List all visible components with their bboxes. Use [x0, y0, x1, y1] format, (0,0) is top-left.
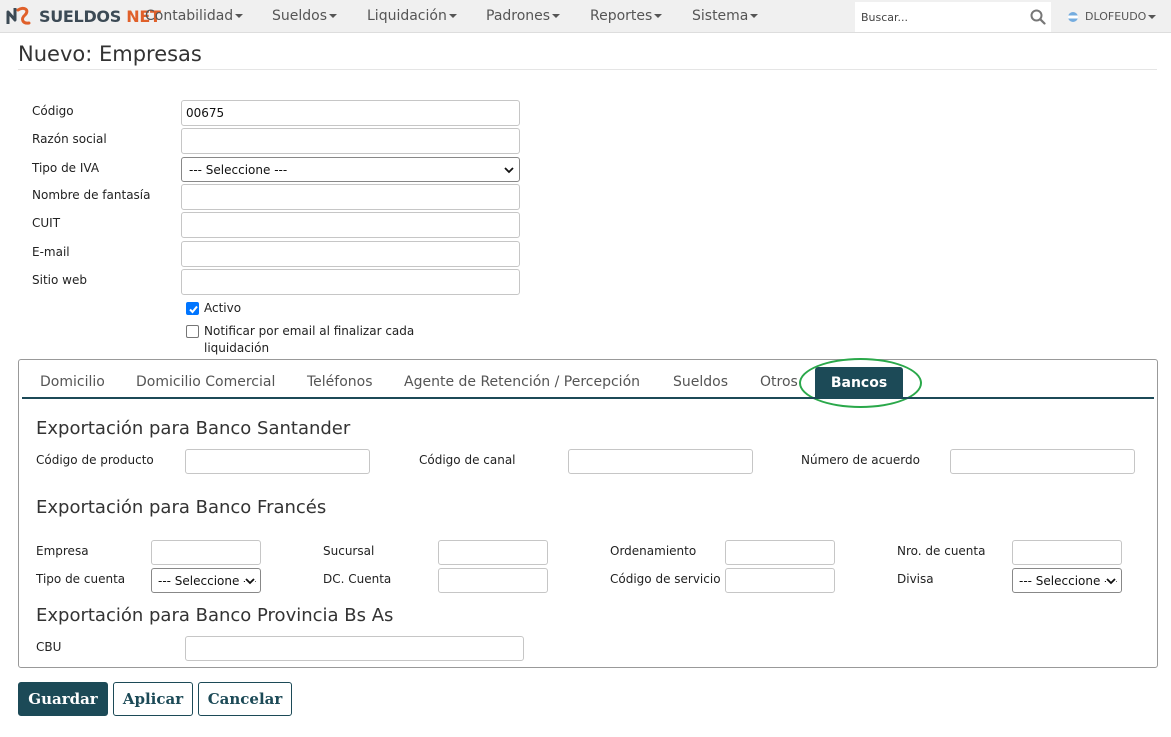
tab-telefonos[interactable]: Teléfonos	[307, 374, 373, 390]
select-value: --- Seleccione ---	[189, 162, 288, 177]
cbu-label: CBU	[36, 640, 62, 654]
numero-acuerdo-field[interactable]	[950, 449, 1135, 474]
tipo-cuenta-select[interactable]: --- Seleccione ---	[151, 568, 261, 593]
tab-domicilio-comercial[interactable]: Domicilio Comercial	[136, 374, 275, 390]
search-icon[interactable]	[1030, 9, 1046, 25]
menu-label: Reportes	[590, 8, 653, 24]
codigo-canal-field[interactable]	[568, 449, 753, 474]
notificar-label-line2: liquidación	[204, 341, 270, 355]
search-box	[855, 2, 1051, 32]
search-input[interactable]	[855, 2, 1027, 32]
tipo-cuenta-label: Tipo de cuenta	[36, 572, 126, 586]
santander-section-title: Exportación para Banco Santander	[36, 418, 351, 439]
cuit-field[interactable]	[181, 212, 520, 238]
empresa-label: Empresa	[36, 544, 89, 558]
provincia-section-title: Exportación para Banco Provincia Bs As	[36, 605, 394, 626]
menu-label: Sueldos	[272, 8, 328, 24]
caret-down-icon	[448, 14, 457, 18]
menu-label: Contabilidad	[145, 8, 234, 24]
notificar-label-line1: Notificar por email al finalizar cada	[204, 324, 415, 338]
nro-cuenta-label: Nro. de cuenta	[897, 544, 986, 558]
sucursal-label: Sucursal	[323, 544, 375, 558]
divisa-label: Divisa	[897, 572, 934, 586]
caret-down-icon	[654, 14, 663, 18]
codigo-producto-field[interactable]	[185, 449, 370, 474]
empresa-field[interactable]	[151, 540, 261, 565]
cuit-label: CUIT	[32, 216, 61, 230]
notificar-checkbox[interactable]	[186, 325, 199, 338]
logo-text-part1: SUELDOS	[39, 7, 121, 26]
page-title: Nuevo: Empresas	[18, 42, 202, 66]
caret-down-icon	[329, 14, 338, 18]
tab-divider	[22, 397, 1154, 399]
ordenamiento-label: Ordenamiento	[610, 544, 697, 558]
numero-acuerdo-label: Número de acuerdo	[801, 453, 920, 467]
caret-down-icon	[552, 14, 561, 18]
menu-label: Sistema	[692, 8, 749, 24]
codigo-canal-label: Código de canal	[419, 453, 516, 467]
chevron-down-icon	[245, 576, 255, 586]
nombre-fantasia-field[interactable]	[181, 184, 520, 210]
logo-icon	[6, 6, 31, 25]
cancel-button[interactable]: Cancelar	[198, 682, 292, 716]
menu-sueldos[interactable]: Sueldos	[272, 8, 338, 24]
frances-section-title: Exportación para Banco Francés	[36, 497, 327, 518]
top-navbar: SUELDOS NET Contabilidad Sueldos Liquida…	[0, 0, 1171, 33]
tipo-iva-select[interactable]: --- Seleccione ---	[181, 157, 520, 182]
email-label: E-mail	[32, 245, 70, 259]
tab-otros[interactable]: Otros	[760, 374, 798, 390]
chevron-down-icon	[504, 167, 514, 174]
menu-contabilidad[interactable]: Contabilidad	[145, 8, 244, 24]
menu-reportes[interactable]: Reportes	[590, 8, 663, 24]
select-value: --- Seleccione ---	[158, 573, 257, 588]
user-name: DLOFEUDO	[1085, 10, 1147, 23]
divider	[18, 69, 1157, 70]
tab-agente-retencion[interactable]: Agente de Retención / Percepción	[404, 374, 640, 390]
menu-label: Liquidación	[367, 8, 447, 24]
caret-down-icon	[750, 14, 759, 18]
codigo-producto-label: Código de producto	[36, 453, 154, 467]
email-field[interactable]	[181, 241, 520, 267]
app-logo[interactable]: SUELDOS NET	[6, 4, 161, 29]
codigo-field[interactable]	[181, 100, 520, 126]
ordenamiento-field[interactable]	[725, 540, 835, 565]
select-value: --- Seleccione ---	[1019, 573, 1118, 588]
flag-icon	[1068, 11, 1078, 22]
tab-domicilio[interactable]: Domicilio	[40, 374, 105, 390]
activo-label: Activo	[204, 301, 242, 315]
caret-down-icon	[1148, 14, 1157, 19]
user-menu[interactable]: DLOFEUDO	[1068, 10, 1157, 23]
nombre-fantasia-label: Nombre de fantasía	[32, 188, 151, 202]
caret-down-icon	[235, 14, 244, 18]
razon-social-field[interactable]	[181, 128, 520, 154]
menu-label: Padrones	[486, 8, 551, 24]
codigo-servicio-label: Código de servicio	[610, 572, 721, 586]
sucursal-field[interactable]	[438, 540, 548, 565]
check-icon	[189, 305, 198, 314]
codigo-servicio-field[interactable]	[725, 568, 835, 593]
tipo-iva-label: Tipo de IVA	[32, 161, 100, 175]
chevron-down-icon	[1106, 576, 1116, 586]
dc-cuenta-field[interactable]	[438, 568, 548, 593]
sitio-web-label: Sitio web	[32, 273, 87, 287]
tab-sueldos[interactable]: Sueldos	[673, 374, 728, 390]
menu-liquidacion[interactable]: Liquidación	[367, 8, 457, 24]
menu-padrones[interactable]: Padrones	[486, 8, 561, 24]
codigo-label: Código	[32, 104, 74, 118]
activo-checkbox[interactable]	[186, 302, 199, 315]
razon-social-label: Razón social	[32, 132, 107, 146]
sitio-web-field[interactable]	[181, 269, 520, 295]
nro-cuenta-field[interactable]	[1012, 540, 1122, 565]
divisa-select[interactable]: --- Seleccione ---	[1012, 568, 1122, 593]
menu-sistema[interactable]: Sistema	[692, 8, 759, 24]
apply-button[interactable]: Aplicar	[113, 682, 193, 716]
highlight-ellipse	[799, 358, 922, 408]
save-button[interactable]: Guardar	[18, 682, 108, 716]
dc-cuenta-label: DC. Cuenta	[323, 572, 392, 586]
cbu-field[interactable]	[185, 636, 524, 661]
